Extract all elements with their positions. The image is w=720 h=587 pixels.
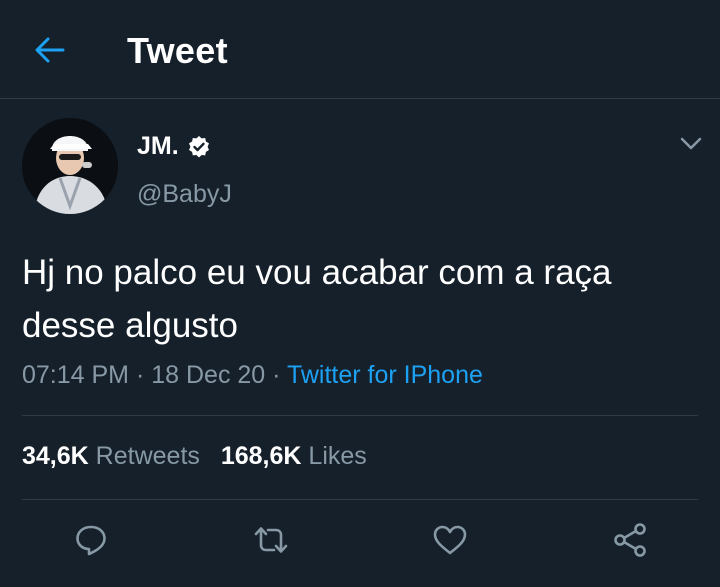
top-bar: Tweet	[0, 0, 720, 99]
share-icon	[614, 523, 646, 557]
author-handle[interactable]: @BabyJ	[137, 180, 232, 209]
avatar[interactable]	[22, 118, 118, 214]
author-row: JM.	[137, 132, 211, 161]
retweet-icon	[254, 527, 288, 553]
retweets-label: Retweets	[95, 442, 200, 470]
tweet-stats: 34,6K Retweets 168,6K Likes	[22, 442, 367, 471]
divider	[22, 415, 698, 416]
chevron-down-icon	[680, 137, 702, 150]
divider	[22, 499, 698, 500]
tweet-time: 07:14 PM	[22, 361, 130, 389]
heart-icon	[433, 525, 467, 555]
profile-photo	[22, 118, 118, 214]
retweets-stat[interactable]: 34,6K Retweets	[22, 442, 200, 471]
likes-count: 168,6K	[220, 442, 302, 470]
verified-badge-icon	[188, 135, 209, 157]
more-options-button[interactable]	[676, 132, 706, 156]
reply-button[interactable]	[71, 520, 111, 560]
retweet-button[interactable]	[251, 520, 291, 560]
likes-label: Likes	[308, 442, 367, 470]
arrow-left-icon	[35, 37, 65, 63]
back-button[interactable]	[30, 32, 70, 68]
page-title: Tweet	[127, 30, 228, 71]
likes-stat[interactable]: 168,6K Likes	[221, 442, 367, 471]
tweet-date: 18 Dec 20	[151, 361, 266, 389]
like-button[interactable]	[430, 520, 470, 560]
meta-separator: ·	[129, 361, 152, 389]
share-button[interactable]	[610, 520, 650, 560]
reply-icon	[76, 525, 106, 556]
retweets-count: 34,6K	[22, 442, 89, 470]
tweet-source-link[interactable]: Twitter for IPhone	[287, 361, 483, 389]
meta-separator: ·	[265, 361, 287, 389]
tweet-text: Hj no palco eu vou acabar com a raça des…	[22, 253, 612, 345]
tweet-metadata: 07:14 PM · 18 Dec 20 · Twitter for IPhon…	[22, 361, 483, 390]
author-name[interactable]: JM.	[137, 132, 179, 161]
